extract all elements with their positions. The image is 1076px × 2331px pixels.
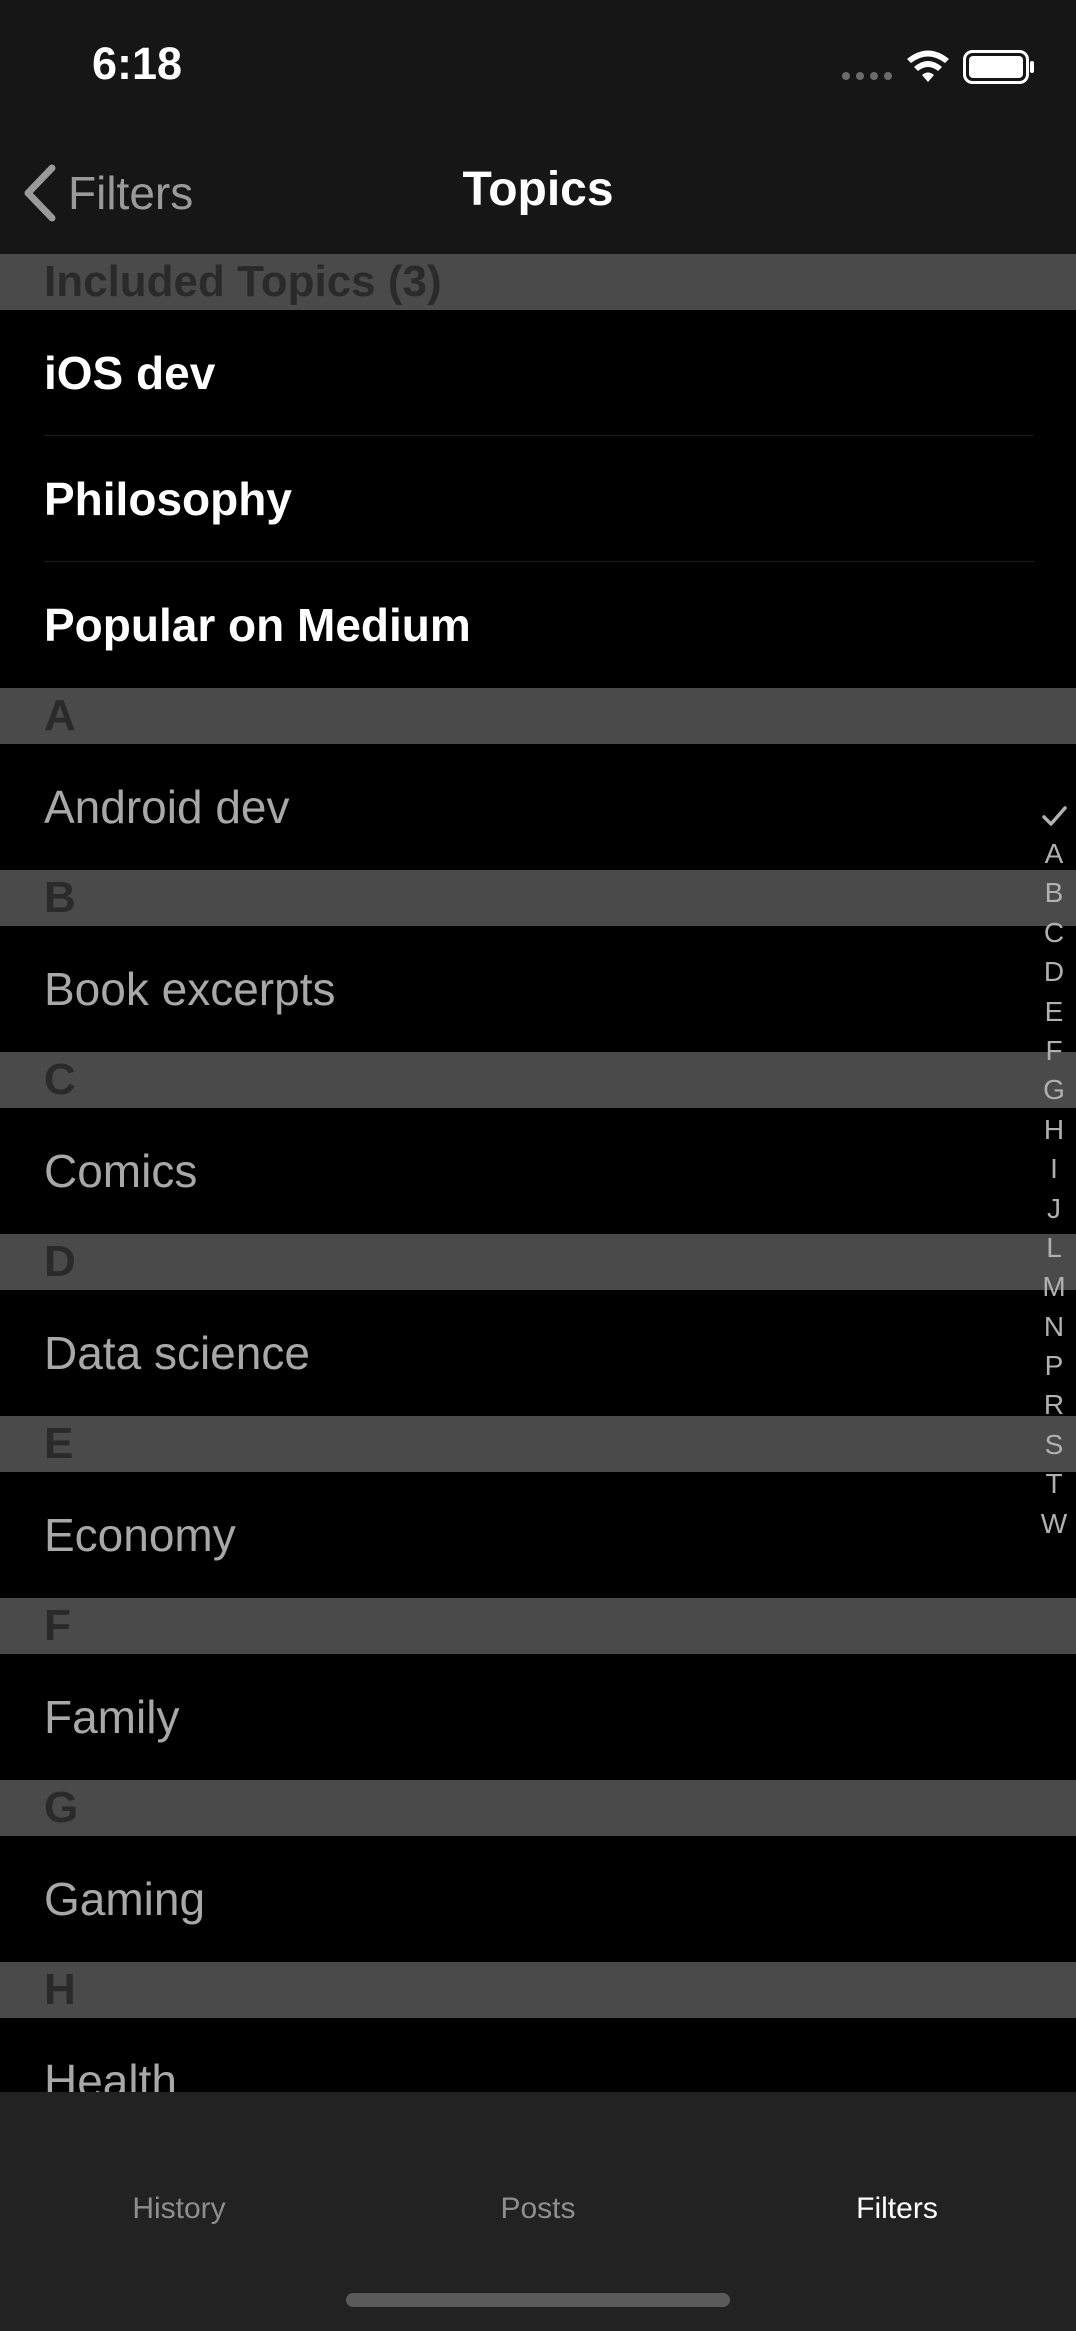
topic-label: Gaming xyxy=(44,1873,206,1925)
topic-label: Economy xyxy=(44,1509,236,1561)
section-header-c: C xyxy=(0,1052,1076,1108)
topic-label: Health xyxy=(44,2055,177,2092)
section-letter: A xyxy=(44,691,76,740)
navigation-bar: Filters Topics xyxy=(0,132,1076,254)
topic-label: Family xyxy=(44,1691,180,1743)
section-letter: D xyxy=(44,1237,76,1286)
index-letter[interactable]: P xyxy=(1045,1346,1064,1385)
section-header-included: Included Topics (3) xyxy=(0,254,1076,310)
index-letter[interactable]: D xyxy=(1044,952,1064,991)
topic-row[interactable]: Gaming xyxy=(0,1836,1076,1962)
index-letter[interactable]: T xyxy=(1045,1464,1062,1503)
section-header-d: D xyxy=(0,1234,1076,1290)
topic-row[interactable]: Economy xyxy=(0,1472,1076,1598)
index-letter[interactable]: H xyxy=(1044,1110,1064,1149)
section-header-e: E xyxy=(0,1416,1076,1472)
included-topic-row[interactable]: Popular on Medium xyxy=(0,562,1076,688)
topic-label: Comics xyxy=(44,1145,198,1197)
section-header-g: G xyxy=(0,1780,1076,1836)
included-topic-row[interactable]: Philosophy xyxy=(0,436,1076,562)
index-letter[interactable]: A xyxy=(1045,834,1064,873)
index-letter[interactable]: G xyxy=(1043,1070,1065,1109)
section-header-h: H xyxy=(0,1962,1076,2018)
section-header-b: B xyxy=(0,870,1076,926)
wifi-icon xyxy=(907,50,949,82)
topics-list[interactable]: Included Topics (3) iOS dev Philosophy P… xyxy=(0,254,1076,2092)
section-letter: G xyxy=(44,1783,79,1832)
index-letter[interactable]: I xyxy=(1050,1149,1058,1188)
section-letter: E xyxy=(44,1419,74,1468)
status-bar: 6:18 xyxy=(0,0,1076,132)
section-letter: B xyxy=(44,873,76,922)
section-header-a: A xyxy=(0,688,1076,744)
battery-icon xyxy=(963,50,1034,84)
topic-row[interactable]: Data science xyxy=(0,1290,1076,1416)
section-index-bar[interactable]: A B C D E F G H I J L M N P R S T W xyxy=(1036,796,1072,1543)
signal-icon xyxy=(842,72,894,80)
index-letter[interactable]: N xyxy=(1044,1307,1064,1346)
index-letter[interactable]: E xyxy=(1045,992,1064,1031)
topic-label: Popular on Medium xyxy=(44,599,471,651)
tab-filters[interactable]: Filters xyxy=(718,2192,1076,2226)
section-letter: F xyxy=(44,1601,71,1650)
topic-label: Book excerpts xyxy=(44,963,336,1015)
index-letter[interactable]: L xyxy=(1046,1228,1062,1267)
topic-label: Philosophy xyxy=(44,473,292,525)
index-letter[interactable]: S xyxy=(1045,1425,1064,1464)
index-letter[interactable]: M xyxy=(1042,1267,1065,1306)
topic-row[interactable]: Book excerpts xyxy=(0,926,1076,1052)
index-letter[interactable]: R xyxy=(1044,1385,1064,1424)
index-letter[interactable]: J xyxy=(1047,1189,1061,1228)
topic-label: iOS dev xyxy=(44,347,216,399)
section-letter: C xyxy=(44,1055,76,1104)
section-header-label: Included Topics (3) xyxy=(44,257,442,306)
status-time: 6:18 xyxy=(92,38,183,89)
index-letter[interactable]: W xyxy=(1041,1504,1067,1543)
page-title: Topics xyxy=(462,163,614,216)
section-letter: H xyxy=(44,1965,76,2014)
topic-row[interactable]: Health xyxy=(0,2018,1076,2092)
included-topic-row[interactable]: iOS dev xyxy=(0,310,1076,436)
topic-label: Data science xyxy=(44,1327,310,1379)
topic-row[interactable]: Family xyxy=(0,1654,1076,1780)
tab-history[interactable]: History xyxy=(0,2192,358,2226)
index-letter[interactable]: C xyxy=(1044,913,1064,952)
topic-label: Android dev xyxy=(44,781,290,833)
topic-row[interactable]: Android dev xyxy=(0,744,1076,870)
index-letter[interactable]: B xyxy=(1045,873,1064,912)
section-header-f: F xyxy=(0,1598,1076,1654)
home-indicator[interactable] xyxy=(346,2293,730,2307)
index-letter[interactable]: F xyxy=(1045,1031,1062,1070)
topic-row[interactable]: Comics xyxy=(0,1108,1076,1234)
tab-posts[interactable]: Posts xyxy=(359,2192,717,2226)
checkmark-icon[interactable] xyxy=(1039,796,1069,834)
